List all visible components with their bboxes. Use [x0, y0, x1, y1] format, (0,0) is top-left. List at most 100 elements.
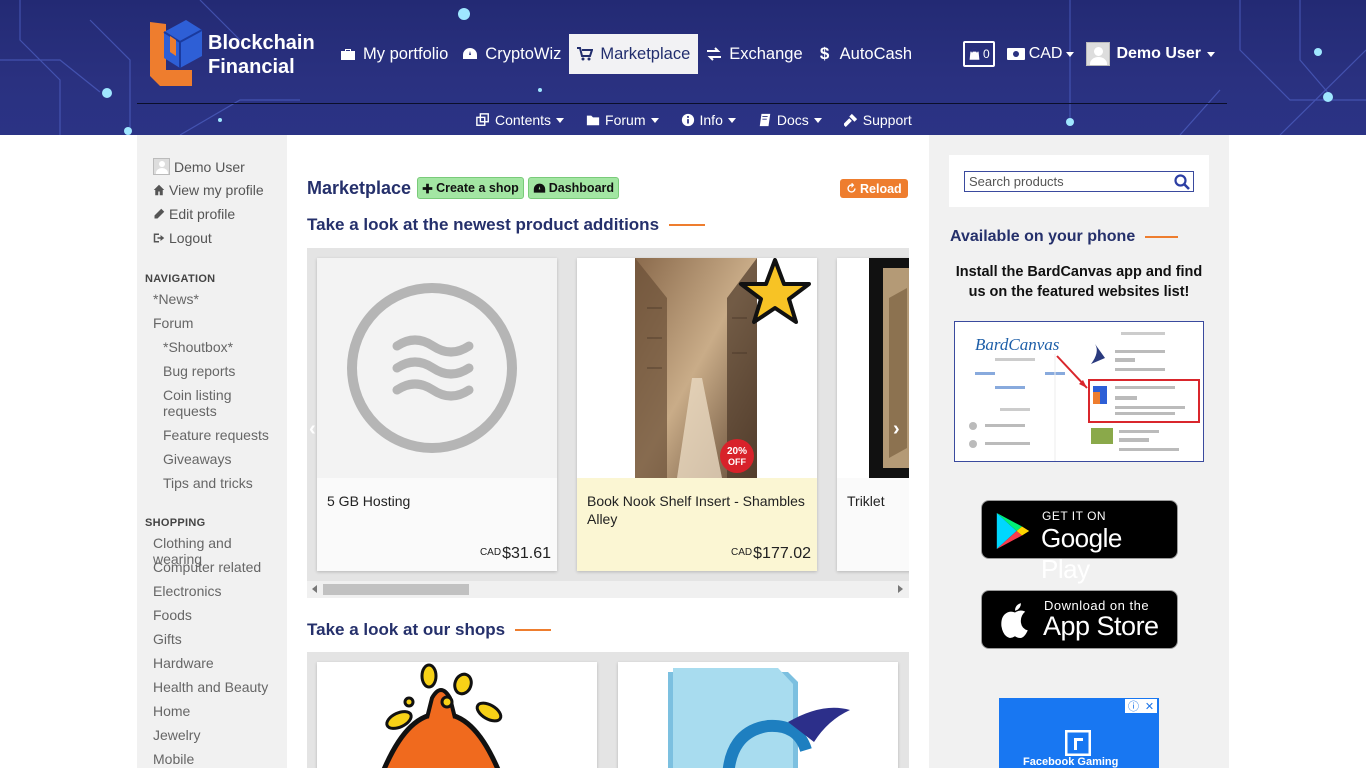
heading-dash: [669, 224, 706, 226]
carousel-prev-icon[interactable]: ‹: [309, 418, 316, 441]
app-store-button[interactable]: Download on the App Store: [981, 590, 1178, 649]
clone-icon: [476, 113, 489, 126]
create-shop-button[interactable]: Create a shop: [417, 177, 524, 199]
shops-heading: Take a look at our shops: [307, 620, 552, 640]
right-sidebar: Available on your phone Install the Bard…: [929, 135, 1229, 768]
button-label: Reload: [860, 181, 902, 196]
title-row: Marketplace Create a shop Dashboard: [307, 177, 620, 199]
subnav-info[interactable]: Info: [681, 112, 736, 128]
main-nav: My portfolio CryptoWiz Marketplace Excha…: [334, 34, 920, 74]
edit-profile-link[interactable]: Edit profile: [153, 206, 235, 222]
search-icon[interactable]: [1174, 174, 1190, 190]
nav-my-portfolio[interactable]: My portfolio: [334, 34, 454, 74]
sub-nav: Contents Forum Info Docs Support: [476, 110, 912, 130]
google-play-icon: [996, 513, 1030, 549]
sidebar-item-gifts[interactable]: Gifts: [153, 631, 283, 647]
chevron-down-icon: [813, 117, 822, 123]
triklet-image: [869, 258, 909, 478]
close-icon[interactable]: ✕: [1145, 700, 1154, 713]
sidebar-item-foods[interactable]: Foods: [153, 607, 283, 623]
product-card[interactable]: Triklet: [837, 258, 909, 571]
search-input[interactable]: [964, 171, 1194, 192]
scroll-right-icon[interactable]: [898, 585, 903, 593]
sidebar-item-health[interactable]: Health and Beauty: [153, 679, 283, 695]
subnav-contents[interactable]: Contents: [476, 112, 565, 128]
search-box: [949, 155, 1209, 207]
discount-badge-bottom: OFF: [728, 457, 746, 467]
subnav-support[interactable]: Support: [843, 112, 912, 128]
cart-button[interactable]: 0: [963, 41, 995, 67]
user-menu[interactable]: Demo User: [1086, 42, 1215, 66]
carousel-next-icon[interactable]: ›: [893, 418, 900, 441]
sidebar-item-jewelry[interactable]: Jewelry: [153, 727, 283, 743]
heading-text: Available on your phone: [950, 228, 1136, 245]
brand-name[interactable]: Blockchain Financial: [208, 31, 315, 79]
nav-autocash[interactable]: $ AutoCash: [811, 34, 918, 74]
nav-marketplace[interactable]: Marketplace: [569, 34, 699, 74]
google-play-button[interactable]: GET IT ON Google Play: [981, 500, 1178, 584]
subnav-forum[interactable]: Forum: [586, 112, 659, 128]
sidebar-item-computer[interactable]: Computer related: [153, 559, 283, 575]
product-card-featured[interactable]: 20% OFF Book Nook Shelf Insert - Shamble…: [577, 258, 817, 571]
phone-description: Install the BardCanvas app and find us o…: [955, 264, 1203, 300]
product-price: CAD $31.61: [480, 545, 551, 563]
currency-selector[interactable]: CAD: [1006, 45, 1075, 63]
subnav-docs[interactable]: Docs: [758, 112, 822, 128]
main-content: Marketplace Create a shop Dashboard Relo…: [287, 135, 929, 768]
shop-card[interactable]: [317, 662, 597, 768]
brand-logo-icon[interactable]: [146, 12, 206, 92]
sidebar-item-mobile[interactable]: Mobile: [153, 751, 283, 767]
ad-choices[interactable]: ⓘ ✕: [1125, 699, 1157, 713]
scroll-left-icon[interactable]: [312, 585, 317, 593]
app-screenshot[interactable]: BardCanvas: [954, 321, 1204, 462]
products-carousel[interactable]: 5 GB Hosting CAD $31.61 20% OFF Book Noo…: [307, 248, 909, 598]
horizontal-scrollbar[interactable]: [307, 581, 909, 598]
sidebar-item-home[interactable]: Home: [153, 703, 283, 719]
sidebar-item-tips[interactable]: Tips and tricks: [163, 475, 278, 491]
book-nook-image: 20% OFF: [635, 258, 811, 478]
reload-button[interactable]: Reload: [840, 179, 908, 198]
product-image: 20% OFF: [577, 258, 817, 478]
sidebar-user[interactable]: Demo User: [153, 158, 245, 175]
sidebar-user-name: Demo User: [174, 158, 245, 175]
sidebar-item-giveaways[interactable]: Giveaways: [163, 451, 278, 467]
heading-dash: [515, 629, 552, 631]
nav-exchange[interactable]: Exchange: [700, 34, 808, 74]
sidebar-item-bug-reports[interactable]: Bug reports: [163, 363, 278, 379]
shop-card[interactable]: [618, 662, 898, 768]
product-price: CAD $177.02: [731, 545, 811, 563]
nav-cryptowiz[interactable]: CryptoWiz: [456, 34, 567, 74]
nav-label: My portfolio: [363, 44, 449, 63]
sidebar-item-coin-listing[interactable]: Coin listing requests: [163, 387, 278, 419]
pencil-icon: [154, 208, 165, 219]
product-image: [317, 258, 557, 478]
price-currency: CAD: [731, 547, 753, 558]
sidebar-item-shoutbox[interactable]: *Shoutbox*: [163, 339, 278, 355]
view-profile-link[interactable]: View my profile: [153, 182, 264, 198]
currency-label: CAD: [1028, 45, 1063, 62]
sidebar-item-feature-requests[interactable]: Feature requests: [163, 427, 278, 443]
discount-badge-top: 20%: [727, 446, 747, 457]
info-icon: [681, 113, 694, 127]
ad-text: Facebook Gaming: [1023, 756, 1119, 768]
product-image: [837, 258, 909, 478]
advertisement[interactable]: ⓘ ✕ Facebook Gaming: [999, 698, 1159, 768]
page-title: Marketplace: [307, 177, 412, 198]
scrollbar-thumb[interactable]: [323, 584, 469, 595]
navigation-heading: NAVIGATION: [145, 273, 216, 285]
refresh-icon: [847, 183, 856, 193]
shops-carousel[interactable]: [307, 652, 909, 768]
dashboard-icon: [463, 48, 478, 59]
logout-link[interactable]: Logout: [153, 230, 212, 246]
sidebar-item-forum[interactable]: Forum: [153, 315, 283, 331]
dashboard-button[interactable]: Dashboard: [527, 177, 620, 199]
product-name: Triklet: [847, 493, 885, 509]
subnav-label: Info: [699, 112, 723, 128]
sidebar-item-electronics[interactable]: Electronics: [153, 583, 283, 599]
header-account-area: 0 CAD Demo User: [963, 40, 1215, 68]
product-card[interactable]: 5 GB Hosting CAD $31.61: [317, 258, 557, 571]
sign-out-icon: [153, 233, 165, 243]
ad-info-icon[interactable]: ⓘ: [1128, 698, 1139, 714]
sidebar-item-hardware[interactable]: Hardware: [153, 655, 283, 671]
sidebar-item-news[interactable]: *News*: [153, 291, 283, 307]
